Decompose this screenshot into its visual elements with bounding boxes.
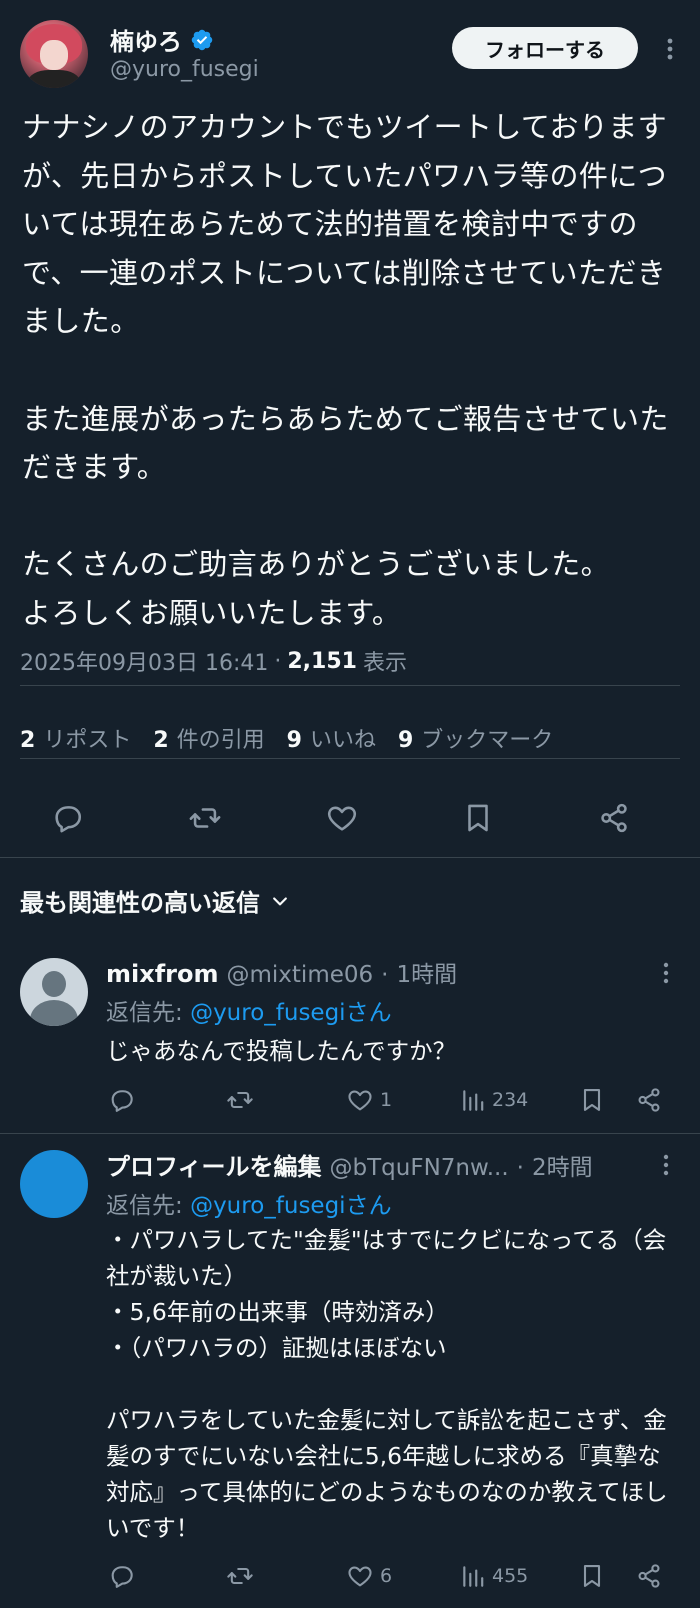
author-display-name[interactable]: 楠ゆろ <box>110 22 182 57</box>
reply-separator: · <box>381 962 389 988</box>
reply-to-label: 返信先: <box>106 1000 191 1026</box>
reply-display-name[interactable]: プロフィールを編集 <box>106 1147 322 1182</box>
reply-more-icon[interactable] <box>656 958 676 988</box>
bookmark-icon[interactable] <box>448 788 508 848</box>
share-icon[interactable] <box>635 1080 663 1120</box>
retweet-icon[interactable] <box>226 1556 254 1596</box>
section-divider <box>0 857 700 858</box>
share-icon[interactable] <box>635 1556 663 1596</box>
bookmark-icon[interactable] <box>578 1556 606 1596</box>
reply-sort-label: 最も関連性の高い返信 <box>20 889 260 917</box>
views-button[interactable]: 234 <box>460 1080 528 1120</box>
follow-button[interactable]: フォローする <box>452 27 638 69</box>
likes-label: いいね <box>309 728 376 753</box>
tweet-stats: 2 リポスト 2 件の引用 9 いいね 9 ブックマーク <box>20 722 553 754</box>
like-icon <box>346 1562 374 1590</box>
views-count: 455 <box>492 1565 529 1587</box>
like-button[interactable]: 6 <box>346 1556 392 1596</box>
like-icon[interactable] <box>312 788 372 848</box>
reply-action-bar: 1 234 <box>0 1080 700 1120</box>
like-icon <box>346 1086 374 1114</box>
bookmarks-stat[interactable]: 9 ブックマーク <box>398 722 553 754</box>
reply-icon[interactable] <box>108 1556 136 1596</box>
reposts-stat[interactable]: 2 リポスト <box>20 722 131 754</box>
reply-divider <box>0 1133 700 1134</box>
tweet-timestamp[interactable]: 2025年09月03日 16:41 <box>20 645 268 677</box>
reply-avatar[interactable] <box>20 1150 88 1218</box>
chevron-down-icon <box>270 891 290 911</box>
share-icon[interactable] <box>584 788 644 848</box>
like-button[interactable]: 1 <box>346 1080 392 1120</box>
reply-display-name[interactable]: mixfrom <box>106 960 219 988</box>
quotes-label: 件の引用 <box>176 728 265 753</box>
verified-badge-icon <box>190 28 214 52</box>
views-count: 234 <box>492 1089 529 1111</box>
tweet-detail-page: 楠ゆろ @yuro_fusegi フォローする ナナシノのアカウントでもツイート… <box>0 0 700 1608</box>
author-handle[interactable]: @yuro_fusegi <box>110 57 259 82</box>
reply-action-bar: 6 455 <box>0 1556 700 1596</box>
reply-sort-selector[interactable]: 最も関連性の高い返信 <box>20 883 290 918</box>
bookmarks-label: ブックマーク <box>421 728 554 753</box>
bookmarks-count: 9 <box>397 728 414 753</box>
author-name-row: 楠ゆろ <box>110 22 214 57</box>
reply-time[interactable]: 2時間 <box>532 1148 593 1182</box>
tweet-meta: 2025年09月03日 16:41 · 2,151 表示 <box>20 645 407 677</box>
tweet-header: 楠ゆろ @yuro_fusegi フォローする <box>20 20 680 90</box>
quotes-count: 2 <box>153 728 169 753</box>
retweet-icon[interactable] <box>175 788 235 848</box>
reply-text: じゃあなんで投稿したんですか？ <box>106 1037 457 1065</box>
reply-to-line: 返信先: @yuro_fusegiさん <box>106 993 392 1027</box>
avatar-head-shape <box>42 971 66 997</box>
like-count: 1 <box>380 1089 393 1111</box>
divider <box>20 685 680 686</box>
views-label: 表示 <box>362 651 407 676</box>
reply-separator: · <box>516 1155 524 1181</box>
reply-icon[interactable] <box>108 1080 136 1120</box>
reply-time[interactable]: 1時間 <box>396 955 457 989</box>
avatar-face <box>40 40 68 70</box>
reposts-label: リポスト <box>43 728 132 753</box>
meta-separator: · <box>274 648 282 674</box>
avatar-body-shape <box>30 1000 78 1026</box>
reply-header: mixfrom @mixtime06 · 1時間 <box>106 955 457 989</box>
avatar-body <box>28 70 80 88</box>
likes-count: 9 <box>286 728 302 753</box>
author-avatar[interactable] <box>20 20 88 88</box>
reposts-count: 2 <box>20 728 36 753</box>
reply-text: ・パワハラしてた"金髪"はすでにクビになってる（会社が裁いた） ・5,6年前の出… <box>106 1226 668 1542</box>
divider <box>20 758 680 759</box>
analytics-icon <box>460 1563 486 1589</box>
bookmark-icon[interactable] <box>578 1080 606 1120</box>
likes-stat[interactable]: 9 いいね <box>287 722 376 754</box>
views-button[interactable]: 455 <box>460 1556 528 1596</box>
tweet-action-bar <box>0 788 700 848</box>
quotes-stat[interactable]: 2 件の引用 <box>153 722 264 754</box>
retweet-icon[interactable] <box>226 1080 254 1120</box>
like-count: 6 <box>380 1565 393 1587</box>
reply-to-mention[interactable]: @yuro_fusegiさん <box>190 1000 392 1026</box>
reply-handle[interactable]: @mixtime06 <box>227 962 374 988</box>
more-options-icon[interactable] <box>658 34 682 64</box>
views-count: 2,151 <box>287 648 357 674</box>
analytics-icon <box>460 1087 486 1113</box>
reply-icon[interactable] <box>38 788 98 848</box>
tweet-text: ナナシノのアカウントでもツイートしておりますが、先日からポストしていたパワハラ等… <box>22 110 669 630</box>
reply-to-label: 返信先: <box>106 1193 191 1219</box>
reply-to-line: 返信先: @yuro_fusegiさん <box>106 1186 392 1220</box>
reply-header: プロフィールを編集 @bTquFN7nw... · 2時間 <box>106 1147 593 1182</box>
reply-to-mention[interactable]: @yuro_fusegiさん <box>190 1193 392 1219</box>
reply-more-icon[interactable] <box>656 1150 676 1180</box>
reply-avatar[interactable] <box>20 958 88 1026</box>
reply-handle[interactable]: @bTquFN7nw... <box>330 1155 509 1181</box>
